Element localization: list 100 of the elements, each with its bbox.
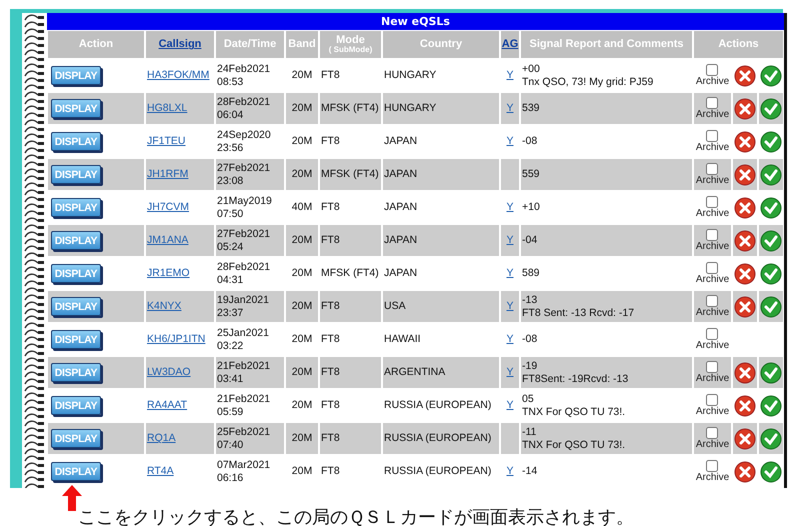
close-icon[interactable]	[734, 460, 756, 482]
close-icon[interactable]	[734, 428, 756, 450]
signal-report-text: 559	[522, 168, 540, 181]
display-button[interactable]: DISPLAY	[51, 462, 101, 481]
yes-link[interactable]: Y	[506, 366, 514, 379]
station-link[interactable]: KH6/JP1ITN	[147, 333, 206, 346]
archive-checkbox[interactable]	[706, 460, 718, 472]
close-icon[interactable]	[734, 164, 756, 186]
date-text: 25Jan2021	[217, 327, 269, 340]
close-icon[interactable]	[734, 98, 756, 120]
archive-checkbox[interactable]	[706, 262, 718, 274]
close-icon[interactable]	[734, 262, 756, 284]
display-button[interactable]: DISPLAY	[51, 330, 101, 349]
country-text: JAPAN	[384, 267, 418, 280]
close-icon[interactable]	[734, 394, 756, 416]
display-button[interactable]: DISPLAY	[51, 297, 101, 316]
check-icon[interactable]	[760, 262, 782, 284]
archive-checkbox[interactable]	[706, 162, 718, 175]
display-button[interactable]: DISPLAY	[51, 132, 101, 151]
station-link[interactable]: JH1RFM	[147, 168, 188, 181]
band-text: 20M	[292, 102, 312, 115]
yes-link[interactable]: Y	[506, 234, 514, 247]
display-button[interactable]: DISPLAY	[51, 396, 101, 415]
caption-text: ここをクリックすると、この局のＱＳＬカードが画面表示されます。	[78, 507, 634, 526]
yes-link[interactable]: Y	[506, 69, 514, 82]
check-icon[interactable]	[760, 428, 782, 450]
display-button[interactable]: DISPLAY	[51, 99, 101, 118]
archive-label: Archive	[696, 438, 730, 450]
display-button[interactable]: DISPLAY	[51, 165, 101, 184]
station-link[interactable]: JF1TEU	[147, 135, 186, 148]
close-icon[interactable]	[734, 64, 756, 86]
band-text: 20M	[292, 69, 312, 82]
yes-link[interactable]: Y	[506, 399, 514, 412]
date-text: 21Feb2021	[217, 360, 270, 372]
archive-checkbox[interactable]	[706, 228, 718, 241]
archive-checkbox[interactable]	[706, 360, 718, 373]
date-text: 28Feb2021	[217, 261, 270, 274]
yes-link[interactable]: Y	[506, 267, 514, 280]
archive-checkbox[interactable]	[706, 328, 718, 340]
station-link[interactable]: RT4A	[147, 465, 174, 478]
station-link[interactable]: JH7CVM	[147, 201, 190, 214]
close-icon[interactable]	[734, 296, 756, 318]
archive-checkbox[interactable]	[706, 130, 718, 142]
check-icon[interactable]	[760, 460, 782, 482]
mode-text: MFSK (FT4)	[321, 267, 379, 280]
archive-label: Archive	[696, 372, 730, 384]
time-text: 04:31	[217, 274, 244, 286]
check-icon[interactable]	[760, 230, 782, 252]
station-link[interactable]: HG8LXL	[147, 102, 188, 115]
date-text: 07Mar2021	[217, 459, 270, 472]
column-subheader: ( SubMode)	[328, 46, 372, 55]
close-icon[interactable]	[734, 230, 756, 252]
archive-checkbox[interactable]	[706, 64, 718, 76]
check-icon[interactable]	[760, 296, 782, 318]
display-button[interactable]: DISPLAY	[51, 231, 101, 250]
station-link[interactable]: LW3DAO	[147, 366, 191, 379]
arrow-icon	[62, 485, 82, 511]
display-button[interactable]: DISPLAY	[51, 264, 101, 283]
station-link[interactable]: HA3FOK/MM	[147, 69, 210, 82]
archive-checkbox[interactable]	[706, 294, 718, 307]
check-icon[interactable]	[760, 130, 782, 152]
sort-link[interactable]: Callsign	[158, 38, 202, 51]
station-link[interactable]: JR1EMO	[147, 267, 190, 280]
check-icon[interactable]	[760, 164, 782, 186]
archive-checkbox[interactable]	[706, 196, 718, 208]
country-text: JAPAN	[384, 201, 418, 214]
display-button[interactable]: DISPLAY	[51, 429, 101, 448]
archive-checkbox[interactable]	[706, 426, 718, 439]
archive-checkbox[interactable]	[706, 96, 718, 109]
check-icon[interactable]	[760, 394, 782, 416]
close-icon[interactable]	[734, 130, 756, 152]
mode-text: FT8	[321, 69, 340, 82]
station-link[interactable]: RA4AAT	[147, 399, 188, 412]
sort-link[interactable]: AG	[502, 38, 518, 51]
close-icon[interactable]	[734, 196, 756, 218]
date-text: 28Feb2021	[217, 96, 270, 108]
mode-text: FT8	[321, 366, 340, 379]
station-link[interactable]: K4NYX	[147, 300, 182, 313]
yes-link[interactable]: Y	[506, 135, 514, 148]
yes-link[interactable]: Y	[506, 201, 514, 214]
yes-link[interactable]: Y	[506, 333, 514, 346]
display-button[interactable]: DISPLAY	[51, 363, 101, 382]
station-link[interactable]: RQ1A	[147, 432, 176, 445]
check-icon[interactable]	[760, 362, 782, 384]
yes-link[interactable]: Y	[506, 102, 514, 115]
display-button[interactable]: DISPLAY	[51, 198, 101, 217]
check-icon[interactable]	[760, 64, 782, 86]
check-icon[interactable]	[760, 196, 782, 218]
archive-label: Archive	[696, 108, 730, 120]
country-text: JAPAN	[384, 234, 418, 247]
station-link[interactable]: JM1ANA	[147, 234, 188, 247]
close-icon[interactable]	[734, 362, 756, 384]
band-text: 20M	[292, 135, 312, 148]
archive-checkbox[interactable]	[706, 394, 718, 406]
yes-link[interactable]: Y	[506, 300, 514, 313]
comment-text: TNX For QSO TU 73!.	[522, 438, 626, 451]
check-icon[interactable]	[760, 98, 782, 120]
signal-report-text: 539	[522, 102, 540, 115]
yes-link[interactable]: Y	[506, 465, 514, 478]
display-button[interactable]: DISPLAY	[51, 66, 101, 85]
